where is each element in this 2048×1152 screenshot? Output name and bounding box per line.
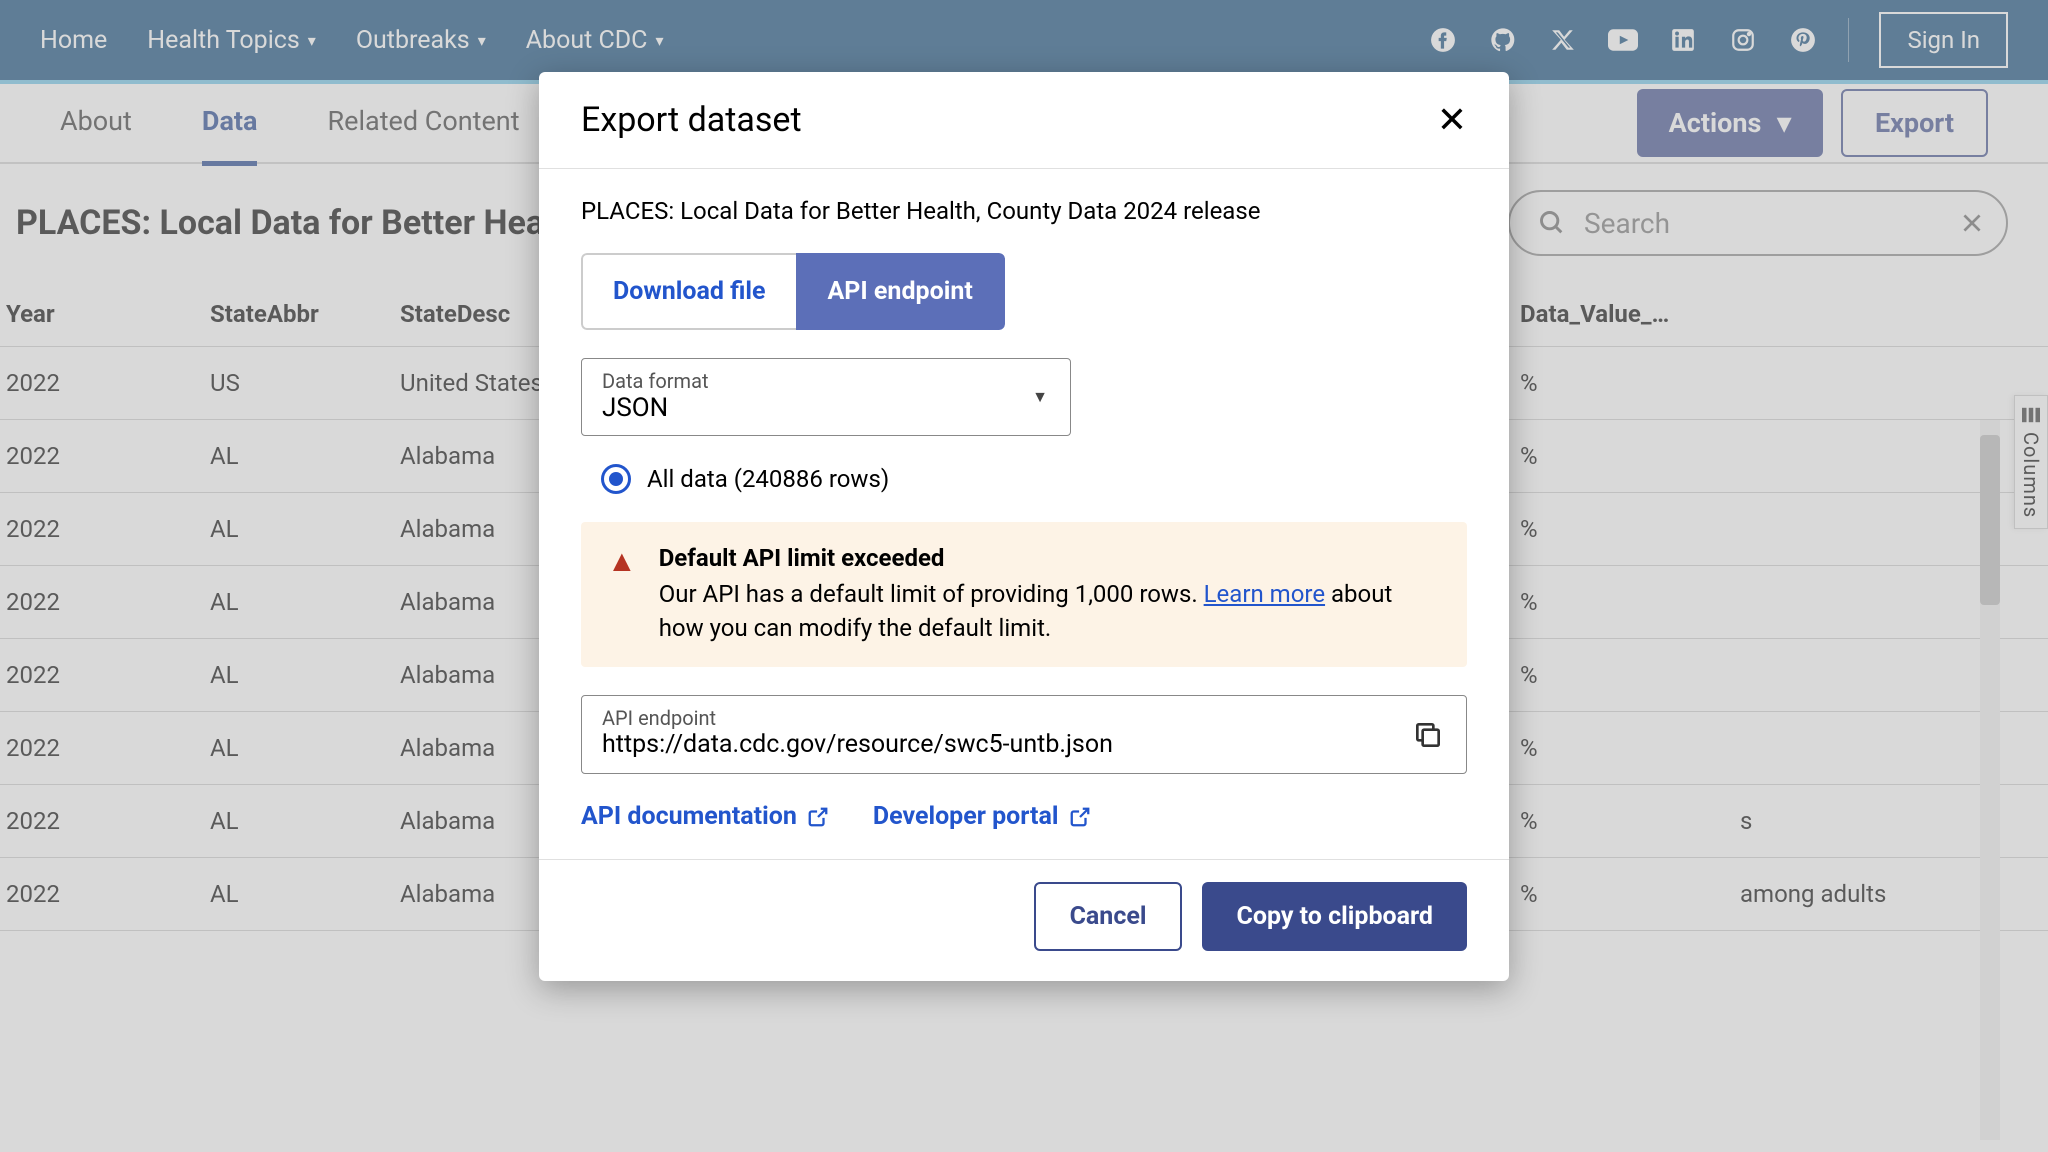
warning-icon: ▲	[607, 544, 637, 645]
dev-portal-link[interactable]: Developer portal	[873, 802, 1091, 831]
modal-backdrop: Export dataset ✕ PLACES: Local Data for …	[0, 0, 2048, 1152]
external-link-icon	[1069, 806, 1091, 828]
external-link-icon	[807, 806, 829, 828]
warning-box: ▲ Default API limit exceeded Our API has…	[581, 522, 1467, 667]
format-value: JSON	[602, 393, 1050, 423]
warning-body: Our API has a default limit of providing…	[659, 578, 1441, 645]
copy-icon[interactable]	[1412, 719, 1444, 751]
modal-subtitle: PLACES: Local Data for Better Health, Co…	[581, 197, 1467, 225]
learn-more-link[interactable]: Learn more	[1204, 580, 1325, 608]
radio-all-data[interactable]	[601, 464, 631, 494]
api-docs-link[interactable]: API documentation	[581, 802, 829, 831]
api-endpoint-box: API endpoint https://data.cdc.gov/resour…	[581, 695, 1467, 774]
modal-title: Export dataset	[581, 100, 802, 140]
cancel-button[interactable]: Cancel	[1034, 882, 1183, 951]
close-icon[interactable]: ✕	[1437, 102, 1467, 138]
export-tabs: Download file API endpoint	[581, 253, 1005, 330]
api-value: https://data.cdc.gov/resource/swc5-untb.…	[602, 730, 1446, 759]
format-label: Data format	[602, 369, 1050, 393]
warning-title: Default API limit exceeded	[659, 544, 1441, 572]
export-modal: Export dataset ✕ PLACES: Local Data for …	[539, 72, 1509, 981]
radio-all-label: All data (240886 rows)	[647, 465, 889, 493]
dropdown-arrow-icon: ▼	[1032, 387, 1048, 407]
tab-download-file[interactable]: Download file	[581, 253, 796, 330]
copy-clipboard-button[interactable]: Copy to clipboard	[1202, 882, 1467, 951]
tab-api-endpoint[interactable]: API endpoint	[796, 253, 1005, 330]
api-label: API endpoint	[602, 706, 1446, 730]
data-format-select[interactable]: Data format JSON ▼	[581, 358, 1071, 436]
